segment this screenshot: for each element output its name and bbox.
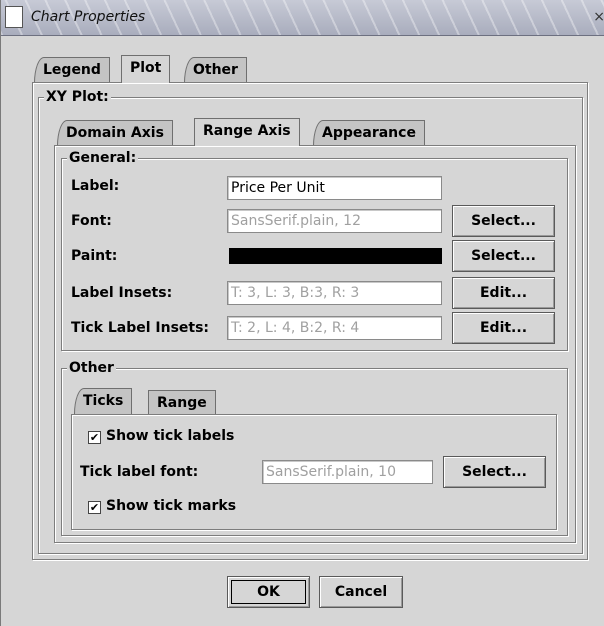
ok-button[interactable]: OK <box>227 576 310 608</box>
cancel-button[interactable]: Cancel <box>319 576 403 608</box>
label-insets-edit-button[interactable]: Edit... <box>452 277 555 309</box>
tick-label-font-field: SansSerif.plain, 10 <box>262 460 433 484</box>
label-label: Label: <box>71 178 120 194</box>
window-title: Chart Properties <box>31 9 146 25</box>
show-tick-labels-label: Show tick labels <box>106 428 235 444</box>
show-tick-labels-checkbox[interactable]: ✔ <box>88 431 101 444</box>
show-tick-marks-checkbox[interactable]: ✔ <box>88 501 101 514</box>
general-legend: General: <box>67 150 139 166</box>
tab-domain-axis[interactable]: Domain Axis <box>57 120 173 146</box>
tab-plot[interactable]: Plot <box>121 55 171 83</box>
close-icon[interactable]: × <box>593 9 604 25</box>
paint-label: Paint: <box>71 248 118 264</box>
label-insets-field: T: 3, L: 3, B:3, R: 3 <box>227 281 442 305</box>
font-select-button[interactable]: Select... <box>452 205 555 237</box>
tick-label-font-label: Tick label font: <box>80 464 199 480</box>
paint-swatch <box>229 248 442 264</box>
tick-label-font-select-button[interactable]: Select... <box>443 456 546 488</box>
tab-range-axis[interactable]: Range Axis <box>194 118 300 146</box>
xy-plot-legend: XY Plot: <box>44 89 111 105</box>
tab-ticks[interactable]: Ticks <box>74 388 133 414</box>
paint-select-button[interactable]: Select... <box>452 240 555 272</box>
font-field: SansSerif.plain, 12 <box>227 209 442 233</box>
label-insets-label: Label Insets: <box>71 285 173 301</box>
tick-label-insets-field: T: 2, L: 4, B:2, R: 4 <box>227 316 442 340</box>
tab-range[interactable]: Range <box>148 390 216 416</box>
title-bar[interactable]: Chart Properties × <box>1 0 604 36</box>
other-legend: Other <box>67 360 116 376</box>
font-label: Font: <box>71 213 112 229</box>
chart-properties-dialog: Chart Properties × Legend Plot Other XY … <box>0 0 604 626</box>
window-icon <box>5 6 23 28</box>
tick-label-insets-label: Tick Label Insets: <box>71 320 210 336</box>
label-input[interactable]: Price Per Unit <box>227 176 442 200</box>
tab-legend[interactable]: Legend <box>34 57 110 83</box>
tab-other[interactable]: Other <box>184 57 247 83</box>
tick-label-insets-edit-button[interactable]: Edit... <box>452 312 555 344</box>
show-tick-marks-label: Show tick marks <box>106 498 237 514</box>
tab-appearance[interactable]: Appearance <box>313 120 425 146</box>
